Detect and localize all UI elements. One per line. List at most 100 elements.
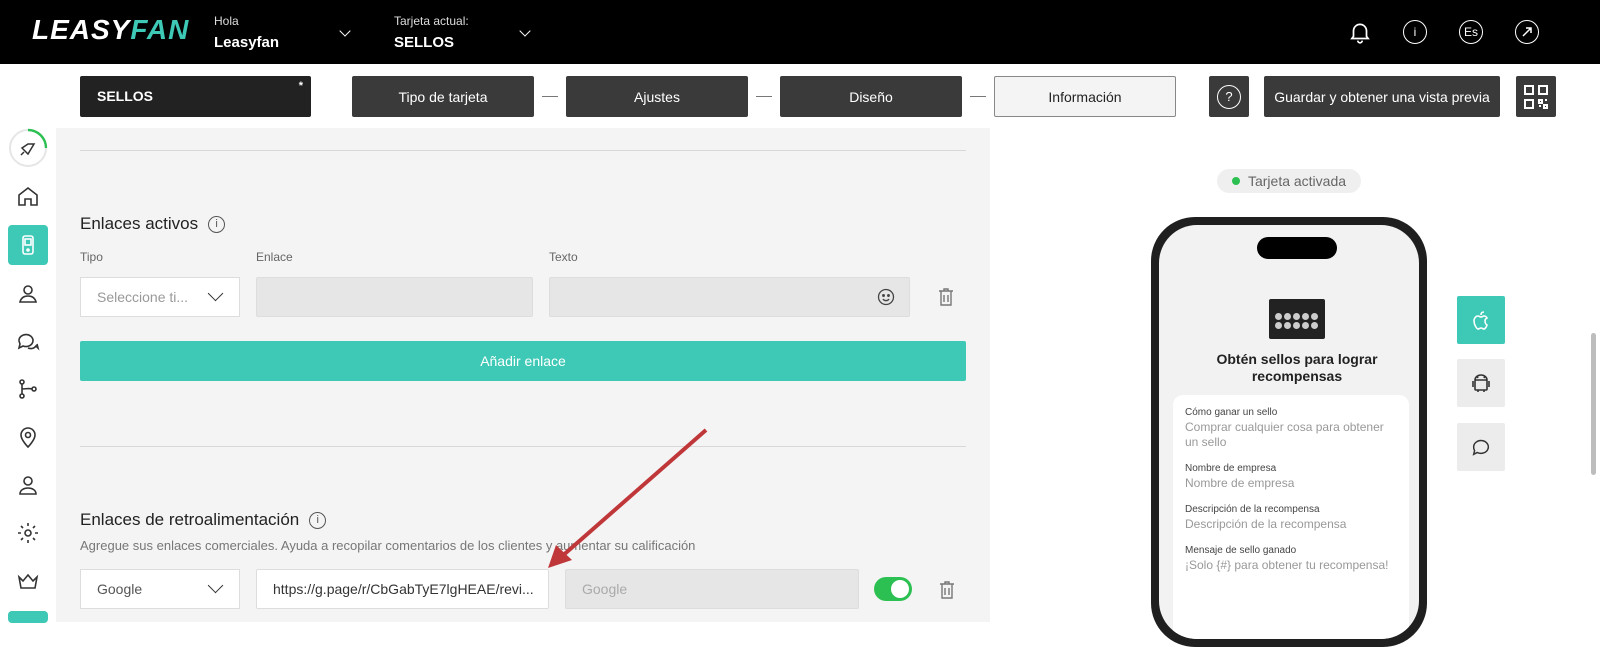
apple-preview-button[interactable] <box>1457 296 1505 344</box>
text-label: Texto <box>549 250 578 264</box>
emoji-icon[interactable] <box>877 288 895 309</box>
feedback-links-title: Enlaces de retroalimentación i <box>80 510 327 530</box>
android-icon <box>1472 374 1490 392</box>
preview-title: Obtén sellos para lograr recompensas <box>1216 351 1378 384</box>
preview-field-value: ¡Solo {#} para obtener tu recompensa! <box>1185 558 1389 572</box>
preview-field: Descripción de la recompensa Descripción… <box>1185 504 1397 532</box>
user-icon <box>19 476 37 495</box>
chat-icon <box>17 333 40 351</box>
sidebar-item-settings[interactable] <box>8 513 48 553</box>
feedback-links-description: Agregue sus enlaces comerciales. Ayuda a… <box>80 538 696 553</box>
phone-screen: Obtén sellos para lograr recompensas Cóm… <box>1159 225 1419 639</box>
chevron-down-icon[interactable] <box>519 25 531 37</box>
divider <box>80 150 966 151</box>
active-links-title-text: Enlaces activos <box>80 214 199 233</box>
user-menu[interactable]: Hola Leasyfan <box>214 14 279 51</box>
users-icon <box>18 285 38 303</box>
preview-field-value: Descripción de la recompensa <box>1185 517 1347 531</box>
feedback-type-value: Google <box>97 581 143 597</box>
scrollbar[interactable] <box>1591 333 1596 475</box>
chevron-down-icon <box>207 285 224 302</box>
status-dot <box>1231 177 1240 185</box>
message-preview-button[interactable] <box>1457 423 1505 471</box>
user-name: Leasyfan <box>214 34 280 51</box>
feedback-type-select[interactable]: Google <box>80 569 240 609</box>
language-button[interactable]: Es <box>1459 20 1483 44</box>
preview-field-key: Mensaje de sello ganado <box>1185 545 1297 556</box>
link-text-input[interactable] <box>549 277 910 317</box>
phone-notch <box>1257 237 1337 259</box>
card-name-field[interactable]: SELLOS * <box>80 76 311 117</box>
sidebar-item-launch[interactable] <box>8 128 48 168</box>
divider <box>80 446 966 447</box>
sidebar-item-home[interactable] <box>8 176 48 216</box>
chevron-down-icon[interactable] <box>339 25 351 37</box>
feedback-text-input[interactable]: Google <box>565 569 859 609</box>
preview-card: Cómo ganar un sello Comprar cualquier co… <box>1173 395 1409 639</box>
sidebar-item-managers[interactable] <box>8 465 48 505</box>
qr-code-icon <box>1524 84 1548 109</box>
add-link-button[interactable]: Añadir enlace <box>80 341 966 381</box>
link-label: Enlace <box>256 250 293 264</box>
crown-icon <box>17 573 39 589</box>
gear-icon <box>18 523 38 543</box>
tab-design[interactable]: Diseño <box>780 76 962 117</box>
sidebar-item-locations[interactable] <box>8 417 48 457</box>
help-button[interactable]: ? <box>1209 76 1249 117</box>
sidebar-item-cards[interactable] <box>8 225 48 265</box>
card-icon <box>22 235 34 255</box>
active-links-title: Enlaces activos i <box>80 214 226 234</box>
current-card-value: SELLOS <box>394 34 455 51</box>
sidebar-item-customers[interactable] <box>8 273 48 313</box>
home-icon <box>18 186 38 206</box>
preview-field: Cómo ganar un sello Comprar cualquier co… <box>1185 407 1397 450</box>
top-bar: LEASYFAN Hola Leasyfan Tarjeta actual: S… <box>0 0 1600 64</box>
sidebar-item-extra[interactable] <box>8 611 48 623</box>
feedback-link-toggle[interactable] <box>874 577 912 601</box>
save-preview-button[interactable]: Guardar y obtener una vista previa <box>1264 76 1500 117</box>
bell-icon[interactable] <box>1347 19 1373 45</box>
info-icon[interactable]: i <box>309 511 327 529</box>
apple-icon <box>1473 311 1489 330</box>
type-label: Tipo <box>80 250 103 264</box>
rocket-icon <box>9 128 48 167</box>
trash-icon[interactable] <box>937 287 955 307</box>
greeting-label: Hola <box>214 14 239 28</box>
status-badge: Tarjeta activada <box>1217 169 1361 193</box>
branch-icon <box>19 379 37 399</box>
feedback-url-input[interactable]: https://g.page/r/CbGabTyE7lgHEAE/revi... <box>256 569 549 609</box>
sidebar-item-plans[interactable] <box>8 561 48 601</box>
current-card-label: Tarjeta actual: <box>394 14 469 28</box>
step-connector <box>970 96 986 97</box>
sidebar-item-messages[interactable] <box>8 321 48 361</box>
preview-field-value: Nombre de empresa <box>1185 476 1295 490</box>
sidebar-item-flows[interactable] <box>8 369 48 409</box>
card-name-value: SELLOS <box>97 88 154 104</box>
feedback-links-title-text: Enlaces de retroalimentación <box>80 510 300 529</box>
info-icon[interactable]: i <box>208 215 226 233</box>
step-connector <box>542 96 558 97</box>
preview-field: Mensaje de sello ganado ¡Solo {#} para o… <box>1185 545 1397 573</box>
info-icon[interactable]: i <box>1403 20 1427 44</box>
link-type-placeholder: Seleccione ti... <box>97 289 189 305</box>
sidebar <box>0 64 56 623</box>
preview-field-key: Descripción de la recompensa <box>1185 504 1320 515</box>
tab-information[interactable]: Información <box>994 76 1176 117</box>
current-card-selector[interactable]: Tarjeta actual: SELLOS <box>394 14 469 51</box>
preview-field-key: Cómo ganar un sello <box>1185 407 1278 418</box>
trash-icon[interactable] <box>938 580 956 600</box>
tab-settings[interactable]: Ajustes <box>566 76 748 117</box>
link-type-select[interactable]: Seleccione ti... <box>80 277 240 317</box>
tab-card-type[interactable]: Tipo de tarjeta <box>352 76 534 117</box>
logo[interactable]: LEASYFAN <box>32 14 189 46</box>
android-preview-button[interactable] <box>1457 359 1505 407</box>
preview-field-key: Nombre de empresa <box>1185 463 1277 474</box>
card-thumbnail <box>1269 299 1325 339</box>
qr-code-button[interactable] <box>1516 76 1556 117</box>
phone-preview: Obtén sellos para lograr recompensas Cóm… <box>1151 217 1427 647</box>
location-icon <box>20 427 36 449</box>
chevron-down-icon <box>207 577 224 594</box>
logout-icon[interactable] <box>1515 20 1539 44</box>
link-url-input[interactable] <box>256 277 533 317</box>
preview-field-value: Comprar cualquier cosa para obtener un s… <box>1185 420 1384 449</box>
